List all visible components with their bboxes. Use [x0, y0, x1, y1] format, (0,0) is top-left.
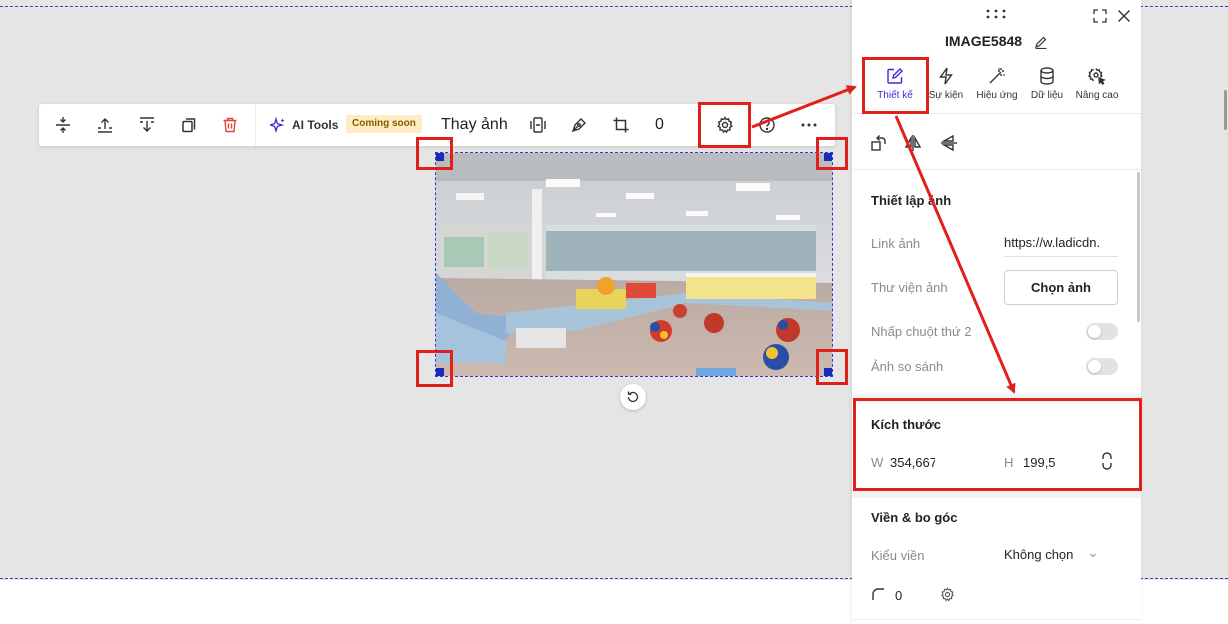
close-icon[interactable]: [1116, 8, 1132, 24]
help-circle-icon[interactable]: [757, 115, 777, 135]
expand-icon[interactable]: [1092, 8, 1108, 24]
tab-label: Hiệu ứng: [976, 90, 1018, 101]
corner-radius-input[interactable]: 0: [895, 588, 902, 603]
annotation-box-design-tab: [862, 57, 929, 114]
image-link-label: Link ảnh: [871, 236, 921, 251]
image-library-label: Thư viện ảnh: [871, 280, 948, 295]
sparkle-icon: [270, 117, 285, 133]
duplicate-icon[interactable]: [179, 115, 199, 135]
flip-horizontal-icon[interactable]: [904, 134, 922, 152]
tab-nang-cao[interactable]: Nâng cao: [1069, 66, 1125, 101]
section-divider: [852, 490, 1141, 498]
lightning-icon: [939, 67, 953, 85]
database-icon: [1040, 67, 1054, 85]
annotation-box-bottom-left-handle: [416, 350, 453, 387]
image-settings-title: Thiết lập ảnh: [871, 193, 952, 208]
image-link-input[interactable]: https://w.ladicdn.: [1004, 235, 1118, 257]
rotate-right-icon[interactable]: [870, 134, 888, 152]
tab-du-lieu[interactable]: Dữ liệu: [1019, 66, 1075, 101]
rotate-icon: [627, 391, 639, 403]
tab-label: Dữ liệu: [1030, 90, 1064, 101]
magic-wand-icon: [989, 68, 1005, 84]
compare-image-toggle[interactable]: [1086, 358, 1118, 375]
toolbar-counter: 0: [655, 116, 664, 133]
rename-pencil-icon[interactable]: [1034, 35, 1048, 50]
element-name: IMAGE5848: [945, 33, 1023, 49]
second-click-label: Nhấp chuột thứ 2: [871, 324, 972, 339]
replace-image-button[interactable]: Thay ảnh: [441, 116, 508, 134]
ai-tools-button[interactable]: AI Tools: [270, 115, 338, 135]
crop-frame-icon[interactable]: [528, 115, 548, 135]
compare-image-label: Ảnh so sánh: [871, 359, 944, 374]
annotation-box-top-left-handle: [416, 137, 453, 170]
ai-tools-label: AI Tools: [292, 118, 339, 132]
corner-radius-icon: [872, 588, 884, 600]
gear-cursor-icon: [1088, 68, 1106, 85]
annotation-box-size-section: [853, 398, 1142, 491]
border-section-title: Viền & bo góc: [871, 510, 958, 525]
indoor-playground-image: [436, 153, 832, 376]
element-title: IMAGE5848: [852, 33, 1141, 50]
chevron-down-icon[interactable]: [1088, 550, 1098, 560]
drag-handle-icon[interactable]: [985, 8, 1007, 20]
choose-image-button[interactable]: Chọn ảnh: [1004, 270, 1118, 305]
transform-actions: [852, 116, 1141, 170]
pen-tool-icon[interactable]: [569, 115, 589, 135]
section-divider: [852, 619, 1141, 620]
border-style-label: Kiểu viền: [871, 548, 925, 563]
coming-soon-badge: Coming soon: [346, 115, 422, 133]
toolbar-divider: [255, 104, 256, 146]
more-options-icon[interactable]: [799, 115, 819, 135]
flip-vertical-icon[interactable]: [940, 134, 958, 152]
align-vertical-center-icon[interactable]: [53, 115, 73, 135]
tab-hieu-ung[interactable]: Hiệu ứng: [969, 66, 1025, 101]
radius-settings-gear-icon[interactable]: [940, 587, 955, 602]
delete-icon[interactable]: [220, 115, 240, 135]
panel-scrollbar[interactable]: [1137, 172, 1140, 322]
rotate-button[interactable]: [620, 384, 646, 410]
canvas-scrollbar[interactable]: [1224, 90, 1227, 130]
annotation-box-settings-button: [698, 102, 751, 148]
align-bottom-icon[interactable]: [137, 115, 157, 135]
border-style-select[interactable]: Không chọn: [1004, 547, 1073, 562]
selected-image-element[interactable]: [435, 152, 833, 377]
tab-label: Sự kiện: [928, 90, 964, 101]
annotation-box-top-right-handle: [816, 137, 848, 170]
second-click-toggle[interactable]: [1086, 323, 1118, 340]
tab-label: Nâng cao: [1075, 90, 1119, 101]
annotation-box-bottom-right-handle: [816, 349, 848, 385]
crop-icon[interactable]: [611, 115, 631, 135]
align-top-icon[interactable]: [95, 115, 115, 135]
